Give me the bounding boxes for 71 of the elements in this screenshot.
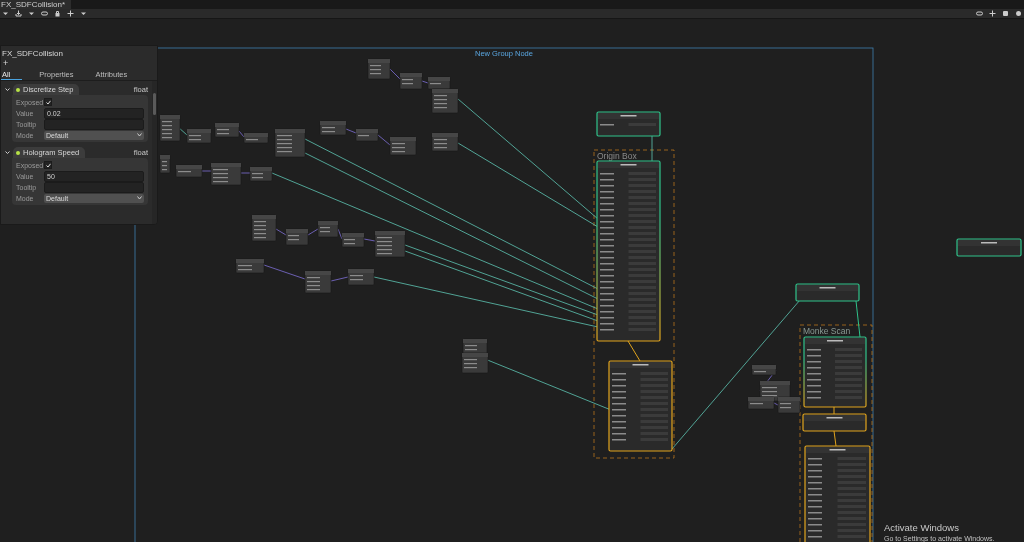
operator-node[interactable]	[389, 136, 417, 156]
flow-line	[833, 406, 835, 415]
connection-line	[238, 130, 245, 138]
context-node[interactable]	[795, 283, 860, 302]
context-node[interactable]	[802, 413, 867, 432]
lock-icon[interactable]	[54, 10, 61, 17]
expand-caret-icon[interactable]	[5, 87, 10, 92]
operator-node[interactable]	[251, 214, 277, 242]
scrollbar[interactable]	[152, 81, 157, 224]
operator-node[interactable]	[431, 132, 459, 152]
operator-node[interactable]	[319, 120, 347, 136]
operator-node[interactable]	[367, 58, 391, 80]
flow-line	[627, 340, 641, 362]
text-field[interactable]	[44, 181, 144, 193]
notice-title: Activate Windows	[884, 522, 960, 533]
operator-node[interactable]	[214, 122, 240, 138]
dot-icon	[16, 150, 20, 155]
connection-line	[421, 80, 429, 84]
operator-node[interactable]	[317, 220, 339, 238]
operator-node[interactable]	[347, 268, 375, 286]
operator-node[interactable]	[427, 76, 451, 90]
context-node[interactable]	[596, 160, 661, 342]
context-node[interactable]	[956, 238, 1022, 257]
context-node[interactable]	[596, 111, 661, 137]
operator-node[interactable]	[175, 164, 203, 178]
operator-node[interactable]	[159, 114, 181, 142]
operator-node[interactable]	[341, 232, 365, 248]
blackboard-title: FX_SDFCollision	[1, 48, 64, 58]
context-node[interactable]	[803, 336, 867, 408]
operator-node[interactable]	[249, 166, 273, 182]
subgroup-frame[interactable]	[593, 149, 675, 459]
operator-node[interactable]	[235, 258, 265, 274]
operator-node[interactable]	[210, 162, 242, 186]
operator-node[interactable]	[355, 128, 379, 142]
operator-node[interactable]	[751, 364, 777, 376]
document-tab[interactable]: FX_SDFCollision*	[0, 0, 72, 9]
operator-node[interactable]	[159, 154, 171, 174]
add-icon[interactable]	[67, 10, 74, 17]
connection-line	[651, 135, 653, 162]
operator-node[interactable]	[399, 72, 423, 90]
caret-icon	[137, 133, 142, 137]
add-button[interactable]: +	[1, 58, 11, 69]
subgroup-title[interactable]: Monke Scan	[803, 326, 851, 336]
expand-caret-icon[interactable]	[5, 150, 10, 155]
link-icon[interactable]	[41, 10, 48, 17]
connection-line	[345, 128, 357, 134]
subgroup-frame[interactable]	[799, 324, 873, 542]
context-node[interactable]	[804, 445, 871, 542]
flow-line	[855, 300, 861, 338]
link-icon[interactable]	[976, 10, 983, 17]
operator-node[interactable]	[461, 352, 489, 374]
dot-icon	[16, 87, 20, 92]
text-field[interactable]	[44, 118, 144, 130]
exposed-checkbox[interactable]	[44, 161, 52, 169]
operator-node[interactable]	[777, 396, 801, 414]
operator-node[interactable]	[304, 270, 332, 294]
operator-node[interactable]	[374, 230, 406, 258]
exposed-checkbox[interactable]	[44, 98, 52, 106]
operator-node[interactable]	[431, 88, 459, 114]
operator-node[interactable]	[747, 396, 775, 410]
save-icon[interactable]	[15, 10, 22, 17]
caret-icon	[137, 196, 142, 200]
connection-line	[240, 172, 251, 174]
operator-node[interactable]	[285, 228, 309, 246]
operator-node[interactable]	[274, 128, 306, 158]
operator-node[interactable]	[243, 132, 269, 144]
operator-node[interactable]	[186, 128, 212, 144]
connection-line	[201, 170, 212, 172]
subgroup-title[interactable]: Origin Box	[597, 151, 637, 161]
context-node[interactable]	[608, 360, 673, 452]
flow-line	[833, 430, 837, 447]
